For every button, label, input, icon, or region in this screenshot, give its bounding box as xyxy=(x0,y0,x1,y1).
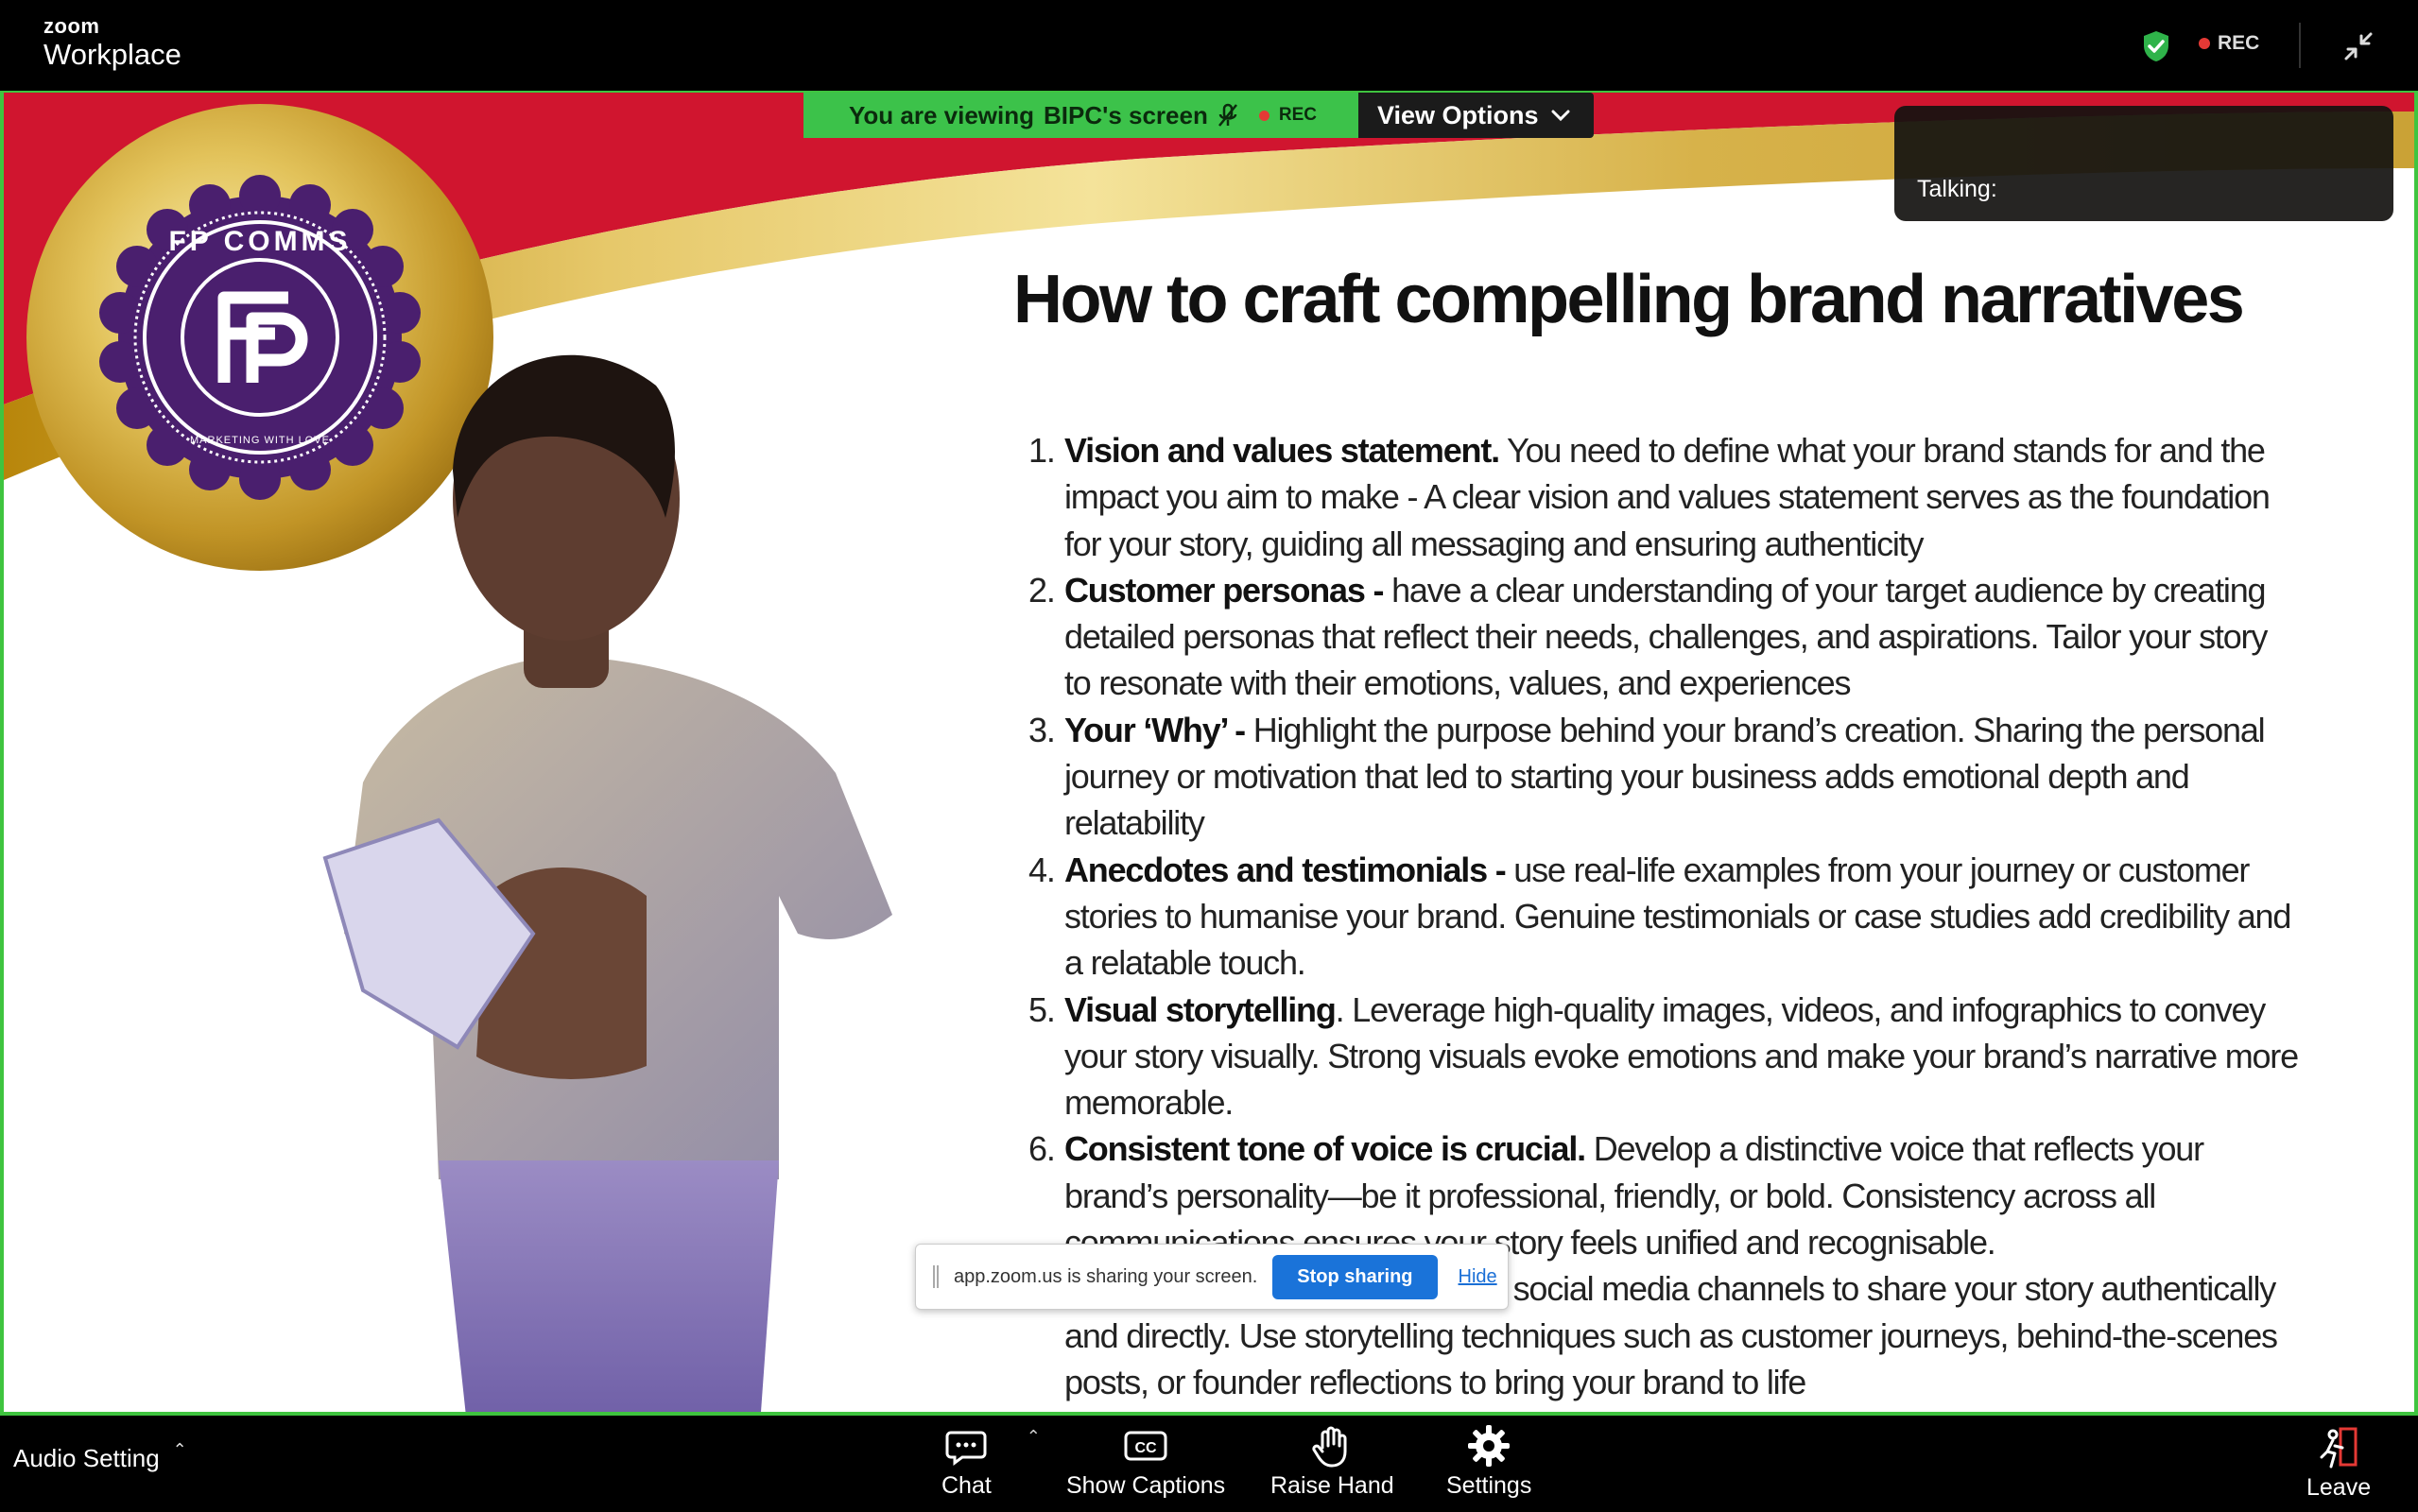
rec-dot-icon xyxy=(1258,110,1269,121)
rec-dot-icon xyxy=(2199,38,2210,49)
recording-indicator[interactable]: REC xyxy=(2199,32,2259,55)
list-item: 3. Your ‘Why’ - Highlight the purpose beh… xyxy=(1028,710,2266,843)
stop-sharing-button[interactable]: Stop sharing xyxy=(1272,1254,1438,1299)
list-item: 5. Visual storytelling. Leverage high-qua… xyxy=(1028,989,2299,1123)
shared-screen: FP COMMS MARKETING WITH LOVE How to craf… xyxy=(0,91,2418,1416)
closed-captions-icon: CC xyxy=(1124,1431,1167,1461)
raise-hand-label: Raise Hand xyxy=(1270,1472,1394,1499)
chevron-down-icon xyxy=(1551,110,1569,122)
settings-label: Settings xyxy=(1446,1472,1532,1499)
talking-label: Talking: xyxy=(1917,176,1997,202)
leave-button[interactable]: Leave xyxy=(2306,1425,2371,1502)
svg-text:CC: CC xyxy=(1135,1440,1158,1456)
list-item: 2. Customer personas - have a clear under… xyxy=(1028,570,2268,703)
list-item: 1. Vision and values statement. You need … xyxy=(1028,431,2271,563)
chat-label: Chat xyxy=(941,1472,992,1499)
slide-title: How to craft compelling brand narratives xyxy=(1013,262,2245,337)
list-item: 4. Anecdotes and testimonials - use real-… xyxy=(1028,850,2291,983)
caret-up-icon[interactable]: ⌃ xyxy=(173,1440,187,1460)
show-captions-button[interactable]: CC Show Captions xyxy=(1066,1423,1225,1500)
show-captions-label: Show Captions xyxy=(1066,1472,1226,1499)
view-options-button[interactable]: View Options xyxy=(1357,93,1594,138)
hide-link[interactable]: Hide xyxy=(1459,1266,1497,1288)
drag-handle-icon[interactable] xyxy=(933,1265,939,1288)
meeting-controls: Audio Setting ⌃ Chat ⌃ CC Show Captions … xyxy=(0,1416,2418,1512)
screen-sharing-notice: app.zoom.us is sharing your screen. Stop… xyxy=(915,1244,1509,1310)
viewing-banner: You are viewing BIPC's screen REC View O… xyxy=(803,93,1594,138)
caret-up-icon[interactable]: ⌃ xyxy=(1027,1427,1041,1447)
exit-fullscreen-icon[interactable] xyxy=(2342,30,2375,62)
audio-setting-label: Audio Setting xyxy=(13,1444,160,1472)
title-bar: zoom Workplace REC xyxy=(0,0,2418,91)
hand-icon xyxy=(1312,1426,1347,1468)
raise-hand-button[interactable]: Raise Hand xyxy=(1270,1423,1394,1500)
talking-indicator: Talking: xyxy=(1894,106,2393,221)
divider xyxy=(2299,23,2301,68)
leave-icon xyxy=(2320,1427,2358,1469)
brand-large: Workplace xyxy=(43,38,181,71)
logo-text-top: FP COMMS xyxy=(168,226,351,257)
view-options-label: View Options xyxy=(1376,100,1539,129)
mic-muted-icon xyxy=(1218,103,1237,127)
rec-label: REC xyxy=(2218,32,2260,54)
chat-button[interactable]: Chat ⌃ xyxy=(941,1423,1041,1500)
zoom-workplace-logo: zoom Workplace xyxy=(43,15,181,72)
gear-icon xyxy=(1468,1425,1511,1467)
viewing-prefix: You are viewing xyxy=(849,100,1035,129)
leave-label: Leave xyxy=(2306,1474,2372,1501)
viewing-status: You are viewing BIPC's screen REC xyxy=(803,93,1358,138)
viewing-name: BIPC's screen xyxy=(1044,100,1208,129)
presenter-video xyxy=(322,354,892,1412)
banner-rec-label: REC xyxy=(1278,105,1317,125)
audio-setting-button[interactable]: Audio Setting ⌃ xyxy=(13,1440,187,1473)
shield-check-icon[interactable] xyxy=(2142,30,2170,62)
settings-button[interactable]: Settings xyxy=(1446,1423,1531,1500)
brand-small: zoom xyxy=(43,14,100,38)
sharing-message: app.zoom.us is sharing your screen. xyxy=(954,1265,1258,1287)
chat-icon xyxy=(945,1431,987,1466)
